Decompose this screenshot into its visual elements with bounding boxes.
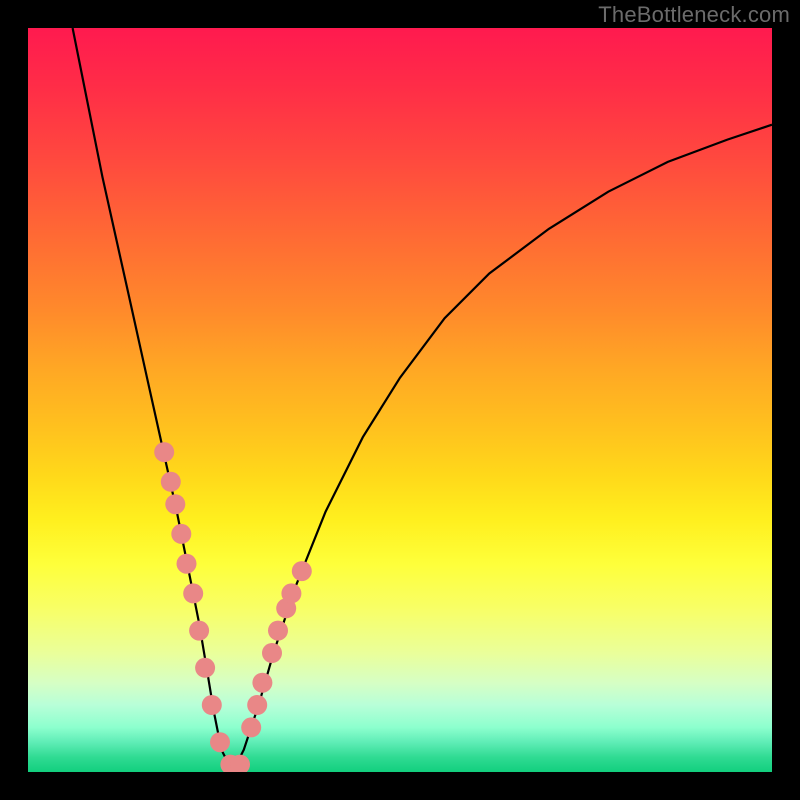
- marker-point: [281, 583, 301, 603]
- marker-point: [202, 695, 222, 715]
- watermark-text: TheBottleneck.com: [598, 2, 790, 28]
- plot-area: [28, 28, 772, 772]
- marker-point: [189, 621, 209, 641]
- marker-point: [252, 673, 272, 693]
- highlight-markers: [154, 442, 312, 772]
- marker-point: [247, 695, 267, 715]
- chart-svg: [28, 28, 772, 772]
- marker-point: [210, 732, 230, 752]
- marker-point: [195, 658, 215, 678]
- marker-point: [292, 561, 312, 581]
- marker-point: [183, 583, 203, 603]
- marker-point: [161, 472, 181, 492]
- marker-point: [262, 643, 282, 663]
- marker-point: [268, 621, 288, 641]
- marker-point: [154, 442, 174, 462]
- marker-point: [177, 554, 197, 574]
- bottleneck-curve: [73, 28, 772, 765]
- marker-point: [165, 494, 185, 514]
- chart-frame: TheBottleneck.com: [0, 0, 800, 800]
- marker-point: [241, 717, 261, 737]
- marker-point: [171, 524, 191, 544]
